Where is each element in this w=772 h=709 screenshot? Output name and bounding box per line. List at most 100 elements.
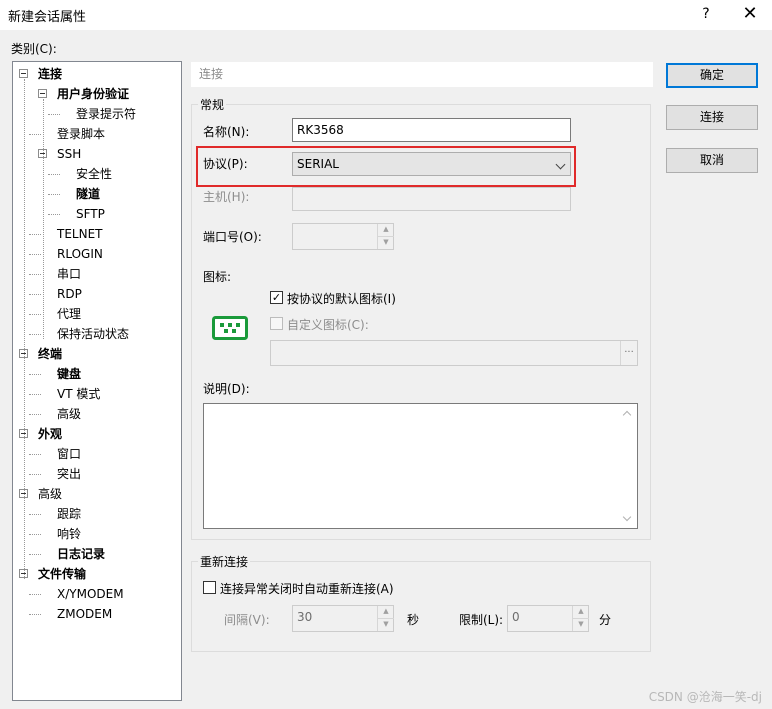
tree-item[interactable]: 隧道 — [76, 184, 100, 204]
tree-connector — [29, 274, 41, 275]
tree-item[interactable]: X/YMODEM — [57, 584, 124, 604]
spin-up-icon[interactable]: ▲ — [378, 606, 394, 619]
help-button[interactable]: ? — [684, 2, 728, 28]
tree-connector — [29, 334, 41, 335]
tree-item[interactable]: TELNET — [57, 224, 103, 244]
close-button[interactable]: ✕ — [728, 2, 772, 28]
default-icon-label: 按协议的默认图标(I) — [287, 292, 396, 306]
tree-connector — [29, 394, 41, 395]
tree-item[interactable]: RDP — [57, 284, 82, 304]
tree-item[interactable]: 高级 — [38, 484, 62, 504]
tree-connector — [29, 594, 41, 595]
tree-item[interactable]: 登录脚本 — [57, 124, 105, 144]
ok-button[interactable]: 确定 — [666, 63, 758, 88]
tree-connector — [29, 534, 41, 535]
protocol-label: 协议(P): — [203, 157, 248, 171]
page-header: 连接 — [191, 62, 653, 87]
host-label: 主机(H): — [203, 190, 250, 204]
browse-button[interactable]: ... — [620, 341, 637, 365]
tree-item[interactable]: 终端 — [38, 344, 62, 364]
spin-down-icon[interactable]: ▼ — [573, 619, 589, 632]
tree-connector — [29, 374, 41, 375]
tree-connector — [43, 99, 44, 339]
category-tree[interactable]: 连接 用户身份验证 登录提示符 登录脚本 SSH 安全性 隧道 SFTP TELNET RLOGI… — [12, 61, 182, 701]
tree-item[interactable]: 窗口 — [57, 444, 81, 464]
interval-label: 间隔(V): — [224, 613, 270, 627]
limit-spinner[interactable]: ▲ ▼ — [572, 606, 589, 632]
port-label: 端口号(O): — [203, 230, 262, 244]
tree-connector — [48, 214, 60, 215]
tree-connector — [29, 414, 41, 415]
tree-item[interactable]: 响铃 — [57, 524, 81, 544]
tree-connector — [48, 194, 60, 195]
spin-up-icon[interactable]: ▲ — [378, 224, 394, 237]
tree-item[interactable]: SSH — [57, 144, 81, 164]
protocol-value: SERIAL — [297, 157, 339, 171]
tree-connector — [29, 614, 41, 615]
tree-collapse-icon[interactable] — [19, 69, 28, 78]
scroll-up-icon[interactable] — [622, 410, 632, 420]
tree-item[interactable]: VT 模式 — [57, 384, 100, 404]
tree-connector — [29, 554, 41, 555]
auto-reconnect-label: 连接异常关闭时自动重新连接(A) — [220, 582, 394, 596]
tree-item[interactable]: 登录提示符 — [76, 104, 136, 124]
protocol-select[interactable]: SERIAL — [292, 152, 571, 176]
tree-connector — [29, 314, 41, 315]
tree-item[interactable]: 安全性 — [76, 164, 112, 184]
title-bar — [0, 0, 772, 30]
tree-item[interactable]: 用户身份验证 — [57, 84, 129, 104]
spin-down-icon[interactable]: ▼ — [378, 237, 394, 250]
default-icon-checkbox[interactable]: ✓ — [270, 291, 283, 304]
tree-item[interactable]: 突出 — [57, 464, 81, 484]
description-textarea[interactable] — [203, 403, 638, 529]
tree-item[interactable]: 跟踪 — [57, 504, 81, 524]
icon-label: 图标: — [203, 270, 232, 284]
spin-up-icon[interactable]: ▲ — [573, 606, 589, 619]
name-input[interactable]: RK3568 — [292, 118, 571, 142]
host-input[interactable] — [292, 187, 571, 211]
tree-item[interactable]: 连接 — [38, 64, 62, 84]
spin-down-icon[interactable]: ▼ — [378, 619, 394, 632]
tree-connector — [29, 234, 41, 235]
tree-item[interactable]: 保持活动状态 — [57, 324, 129, 344]
limit-label: 限制(L): — [459, 613, 504, 627]
tree-item[interactable]: 键盘 — [57, 364, 81, 384]
tree-connector — [29, 514, 41, 515]
custom-icon-label: 自定义图标(C): — [287, 318, 369, 332]
interval-input[interactable]: 30 ▲ ▼ — [292, 605, 394, 632]
auto-reconnect-checkbox[interactable] — [203, 581, 216, 594]
tree-item[interactable]: ZMODEM — [57, 604, 112, 624]
tree-item[interactable]: RLOGIN — [57, 244, 103, 264]
tree-item[interactable]: SFTP — [76, 204, 105, 224]
description-label: 说明(D): — [203, 382, 250, 396]
window-title: 新建会话属性 — [8, 10, 87, 25]
category-label: 类别(C): — [11, 42, 57, 56]
scroll-down-icon[interactable] — [622, 512, 632, 522]
description-scrollbar[interactable] — [620, 404, 637, 528]
tree-item[interactable]: 高级 — [57, 404, 81, 424]
tree-item[interactable]: 日志记录 — [57, 544, 105, 564]
chevron-down-icon — [555, 159, 566, 170]
port-spinner[interactable]: ▲ ▼ — [377, 224, 394, 250]
cancel-button[interactable]: 取消 — [666, 148, 758, 173]
interval-spinner[interactable]: ▲ ▼ — [377, 606, 394, 632]
reconnect-group-title: 重新连接 — [198, 553, 251, 570]
tree-item[interactable]: 代理 — [57, 304, 81, 324]
tree-collapse-icon[interactable] — [38, 89, 47, 98]
interval-value: 30 — [297, 610, 313, 624]
tree-connector — [29, 254, 41, 255]
custom-icon-path[interactable]: ... — [270, 340, 638, 366]
tree-connector — [29, 454, 41, 455]
port-input[interactable]: ▲ ▼ — [292, 223, 394, 250]
tree-item[interactable]: 串口 — [57, 264, 81, 284]
limit-input[interactable]: 0 ▲ ▼ — [507, 605, 589, 632]
interval-unit: 秒 — [407, 613, 420, 627]
watermark: CSDN @沧海一笑-dj — [648, 690, 762, 704]
custom-icon-checkbox[interactable] — [270, 317, 283, 330]
tree-item[interactable]: 外观 — [38, 424, 62, 444]
name-label: 名称(N): — [203, 125, 250, 139]
tree-connector — [29, 474, 41, 475]
tree-item[interactable]: 文件传输 — [38, 564, 86, 584]
tree-connector — [48, 174, 60, 175]
connect-button[interactable]: 连接 — [666, 105, 758, 130]
